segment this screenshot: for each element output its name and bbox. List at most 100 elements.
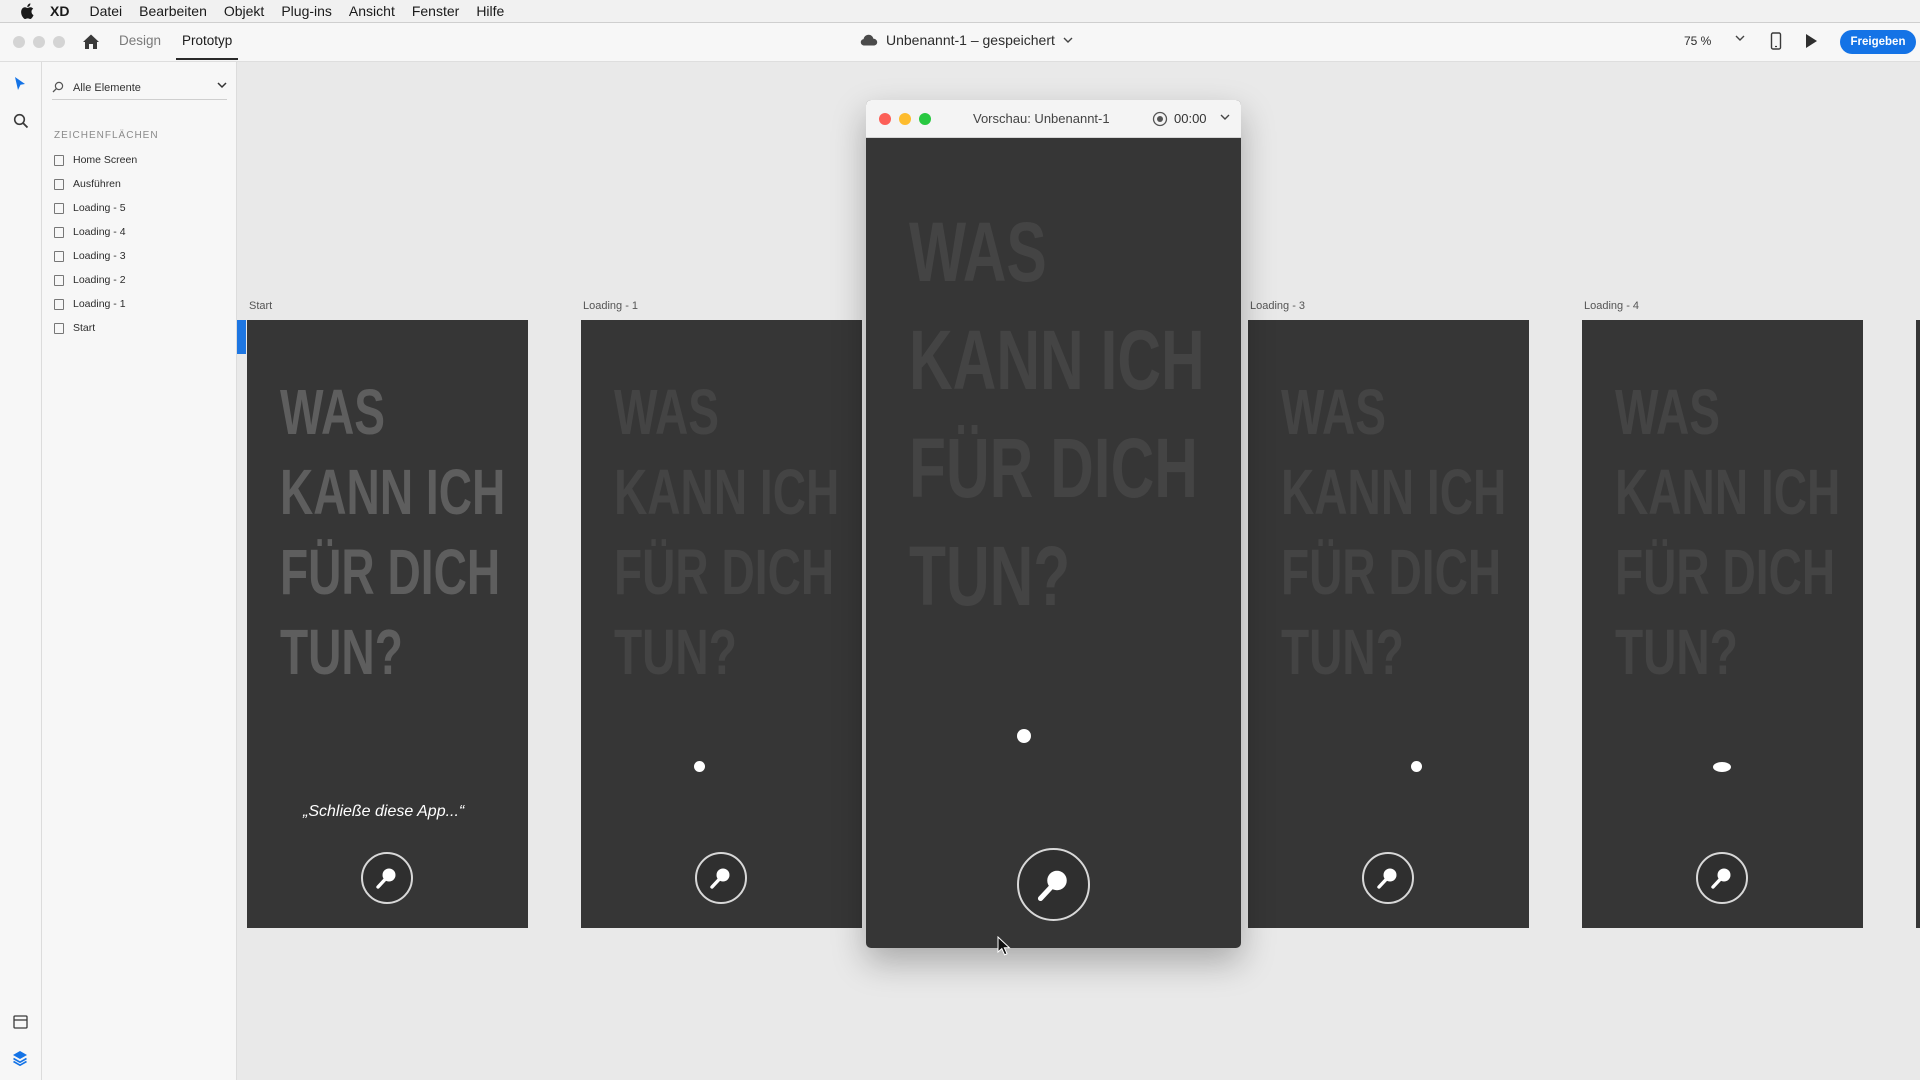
layer-item-loading-5[interactable]: Loading - 5 (54, 198, 126, 218)
layer-item-label: Home Screen (73, 154, 138, 166)
loading-dot (1411, 761, 1422, 772)
artboard-icon (54, 298, 64, 310)
preview-title: Vorschau: Unbenannt-1 (973, 111, 1110, 126)
preview-window[interactable]: Vorschau: Unbenannt-1 00:00 WAS KANN ICH… (866, 100, 1241, 948)
document-title[interactable]: Unbenannt-1 – gespeichert (860, 32, 1081, 48)
artboard-icon (54, 250, 64, 262)
artboard-icon (54, 178, 64, 190)
layer-item-home-screen[interactable]: Home Screen (54, 150, 137, 170)
loading-dot (694, 761, 705, 772)
window-zoom-button[interactable] (53, 36, 65, 48)
artboard-offscreen-edge[interactable] (1916, 320, 1920, 928)
app-menu-xd[interactable]: XD (50, 3, 69, 19)
app-toolbar: Design Prototyp Unbenannt-1 – gespeicher… (0, 23, 1920, 62)
headline: WAS KANN ICH FÜR DICH TUN? (909, 205, 1205, 623)
tool-rail (0, 62, 42, 1080)
microphone-icon (1377, 868, 1397, 889)
artboard-label-loading-3[interactable]: Loading - 3 (1250, 300, 1305, 312)
chevron-down-icon (1063, 37, 1073, 43)
menu-datei[interactable]: Datei (89, 3, 122, 19)
active-tab-indicator (176, 58, 238, 60)
apple-logo-icon[interactable] (20, 2, 36, 20)
layer-item-start[interactable]: Start (54, 318, 95, 338)
tab-design[interactable]: Design (119, 33, 161, 48)
headline: WAS KANN ICH FÜR DICH TUN? (614, 376, 840, 688)
artboard-icon (54, 322, 64, 334)
zoom-chevron-down-icon[interactable] (1735, 35, 1745, 42)
menu-ansicht[interactable]: Ansicht (349, 3, 395, 19)
layer-item-label: Loading - 5 (73, 202, 126, 214)
menu-bearbeiten[interactable]: Bearbeiten (139, 3, 207, 19)
layer-item-label: Start (73, 322, 96, 334)
select-tool-icon[interactable] (13, 76, 27, 92)
microphone-icon (376, 868, 396, 889)
layer-item-label: Ausführen (73, 178, 121, 190)
artboard-loading-1[interactable]: WAS KANN ICH FÜR DICH TUN? (581, 320, 862, 928)
artboard-icon (54, 202, 64, 214)
microphone-icon (1711, 868, 1731, 889)
menu-hilfe[interactable]: Hilfe (476, 3, 504, 19)
cloud-icon (860, 34, 878, 46)
voice-button[interactable] (361, 852, 413, 904)
artboard-icon (54, 226, 64, 238)
voice-button[interactable] (695, 852, 747, 904)
menu-plugins[interactable]: Plug-ins (281, 3, 332, 19)
tab-prototyp[interactable]: Prototyp (182, 33, 232, 48)
layer-filter-label: Alle Elemente (73, 82, 141, 94)
preview-close-button[interactable] (879, 113, 891, 125)
microphone-icon (1037, 870, 1067, 902)
artboard-loading-3[interactable]: WAS KANN ICH FÜR DICH TUN? (1248, 320, 1529, 928)
artboard-icon (54, 274, 64, 286)
artboard-selection-handle[interactable] (237, 320, 246, 354)
share-button[interactable]: Freigeben (1840, 30, 1916, 54)
artboard-start[interactable]: WAS KANN ICH FÜR DICH TUN? „Schließe die… (247, 320, 528, 928)
menu-objekt[interactable]: Objekt (224, 3, 264, 19)
home-icon[interactable] (80, 31, 102, 53)
record-icon[interactable] (1152, 111, 1168, 127)
layer-filter-dropdown[interactable]: Alle Elemente (52, 77, 227, 100)
device-preview-icon[interactable] (1770, 32, 1782, 50)
menu-bar: XD Datei Bearbeiten Objekt Plug-ins Ansi… (0, 0, 1920, 23)
artboards-section-title: ZEICHENFLÄCHEN (54, 130, 159, 141)
menu-fenster[interactable]: Fenster (412, 3, 459, 19)
artboard-loading-4[interactable]: WAS KANN ICH FÜR DICH TUN? (1582, 320, 1863, 928)
play-preview-icon[interactable] (1804, 33, 1818, 49)
layer-item-loading-3[interactable]: Loading - 3 (54, 246, 126, 266)
layers-panel: Alle Elemente ZEICHENFLÄCHEN Home Screen… (42, 62, 237, 1080)
artboard-label-start[interactable]: Start (249, 300, 272, 312)
recording-time: 00:00 (1174, 111, 1207, 126)
layer-item-label: Loading - 3 (73, 250, 126, 262)
layer-item-loading-2[interactable]: Loading - 2 (54, 270, 126, 290)
mouse-cursor-icon (997, 936, 1011, 956)
search-icon (52, 81, 64, 93)
layer-item-label: Loading - 4 (73, 226, 126, 238)
loading-dot (1017, 729, 1031, 743)
voice-button[interactable] (1017, 848, 1090, 921)
layer-item-loading-4[interactable]: Loading - 4 (54, 222, 126, 242)
assets-panel-icon[interactable] (13, 1015, 28, 1029)
zoom-level[interactable]: 75 % (1684, 34, 1711, 48)
zoom-tool-icon[interactable] (13, 113, 29, 129)
voice-button[interactable] (1362, 852, 1414, 904)
microphone-icon (710, 868, 730, 889)
preview-titlebar[interactable]: Vorschau: Unbenannt-1 00:00 (866, 100, 1241, 138)
artboard-label-loading-1[interactable]: Loading - 1 (583, 300, 638, 312)
headline: WAS KANN ICH FÜR DICH TUN? (280, 376, 506, 688)
preview-zoom-button[interactable] (919, 113, 931, 125)
headline: WAS KANN ICH FÜR DICH TUN? (1615, 376, 1841, 688)
chevron-down-icon[interactable] (1220, 114, 1230, 121)
artboard-label-loading-4[interactable]: Loading - 4 (1584, 300, 1639, 312)
layer-item-ausfuehren[interactable]: Ausführen (54, 174, 121, 194)
voice-button[interactable] (1696, 852, 1748, 904)
layers-panel-icon[interactable] (12, 1050, 28, 1066)
layer-item-label: Loading - 1 (73, 298, 126, 310)
layer-item-label: Loading - 2 (73, 274, 126, 286)
preview-minimize-button[interactable] (899, 113, 911, 125)
window-minimize-button[interactable] (33, 36, 45, 48)
voice-quote: „Schließe diese App...“ (303, 803, 465, 820)
document-title-text: Unbenannt-1 – gespeichert (886, 32, 1055, 48)
window-close-button[interactable] (13, 36, 25, 48)
chevron-down-icon (217, 82, 227, 89)
layer-item-loading-1[interactable]: Loading - 1 (54, 294, 126, 314)
headline: WAS KANN ICH FÜR DICH TUN? (1281, 376, 1507, 688)
